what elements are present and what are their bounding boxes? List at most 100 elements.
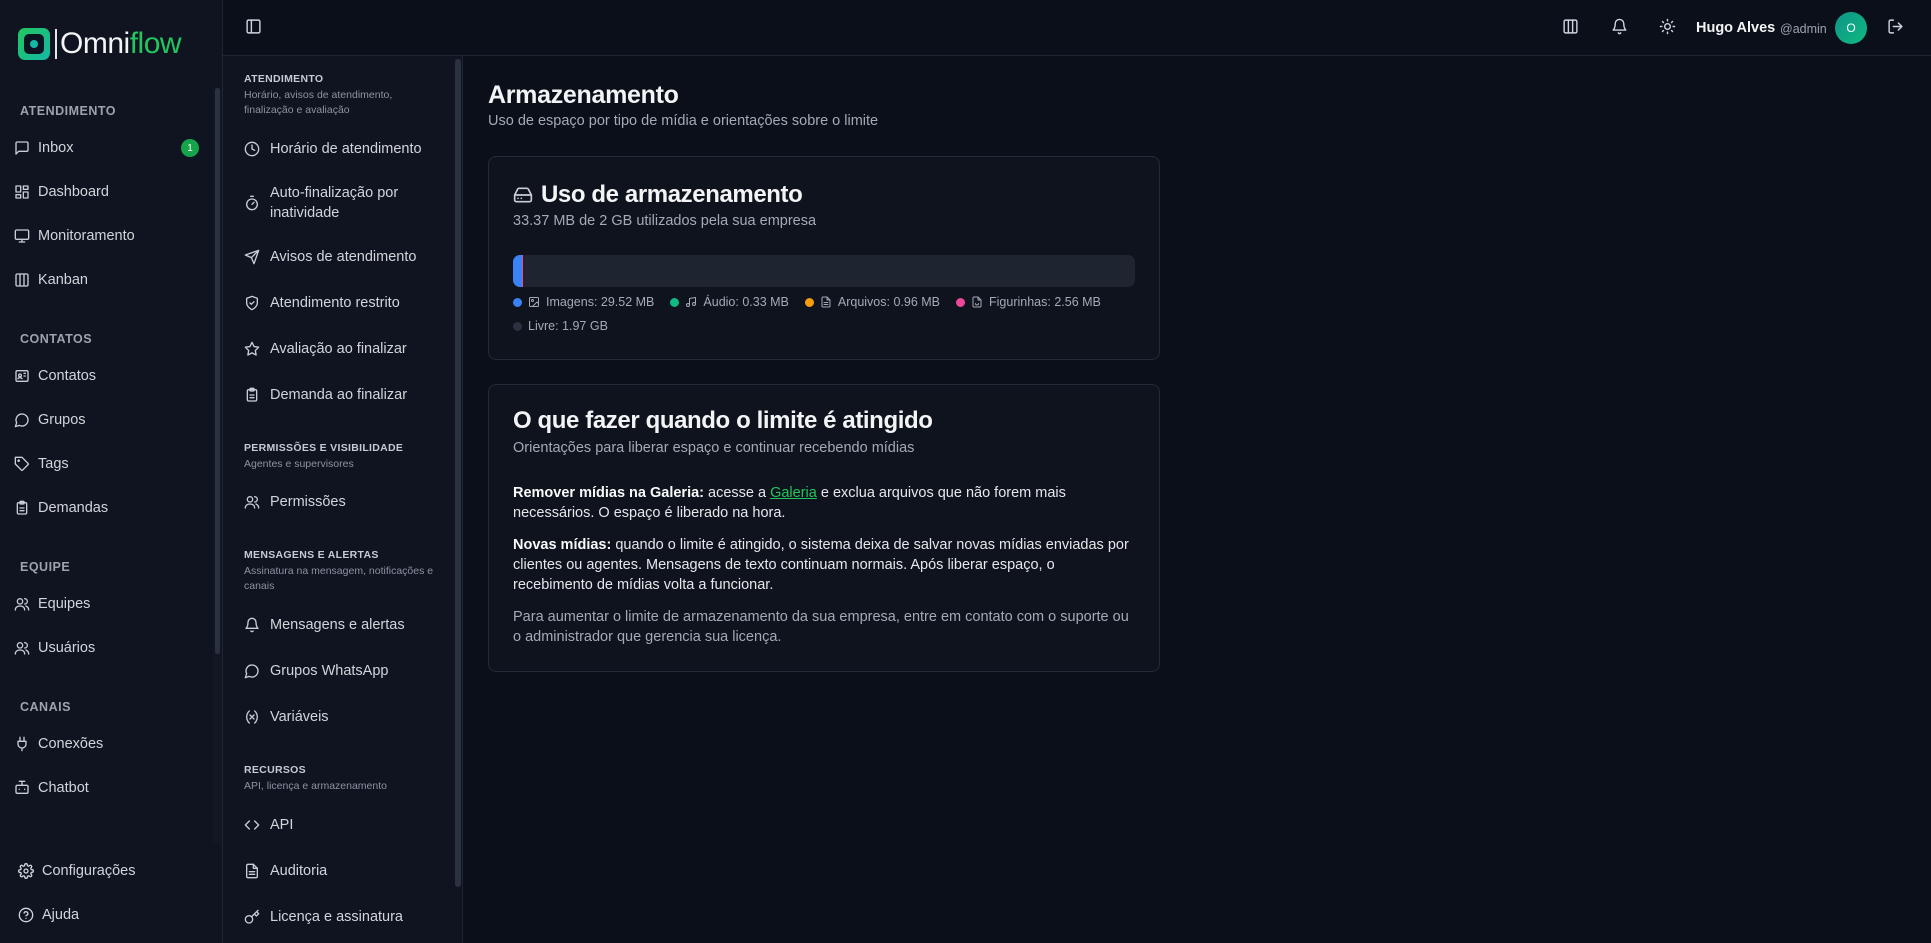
subnav-item-avisos[interactable]: Avisos de atendimento (244, 247, 444, 267)
legend-label: Áudio: 0.33 MB (703, 295, 789, 309)
chat-bubble-icon (14, 412, 30, 428)
sidebar-toggle-icon (245, 18, 262, 35)
help-icon (18, 907, 34, 923)
subnav-item-permissoes[interactable]: Permissões (244, 492, 444, 512)
notifications-button[interactable] (1611, 18, 1628, 35)
inbox-icon (14, 140, 30, 156)
legend-dot (804, 297, 814, 307)
users-icon (14, 640, 30, 656)
dashboard-icon (14, 184, 30, 200)
sidebar-item-configuracoes[interactable]: Configurações (18, 856, 208, 886)
sidebar-item-chatbot[interactable]: Chatbot (14, 773, 199, 803)
sidebar-item-conexoes[interactable]: Conexões (14, 729, 199, 759)
gallery-link[interactable]: Galeria (770, 485, 817, 501)
subnav-item-auditoria[interactable]: Auditoria (244, 861, 444, 881)
sidebar-item-demandas[interactable]: Demandas (14, 493, 199, 523)
chat-bubble-icon (244, 663, 260, 679)
subnav-item-label: Grupos WhatsApp (270, 663, 389, 679)
timer-icon (244, 195, 260, 211)
bell-icon (1611, 18, 1628, 35)
subnav-item-label: Permissões (270, 494, 346, 510)
subnav-item-label: Avaliação ao finalizar (270, 341, 407, 357)
top-bar: Hugo Alves @admin O (223, 0, 1931, 56)
sidebar-item-label: Ajuda (42, 907, 80, 923)
image-icon (528, 296, 540, 308)
user-name[interactable]: Hugo Alves (1696, 20, 1775, 36)
subnav-item-atendimento-restrito[interactable]: Atendimento restrito (244, 293, 444, 313)
subnav-item-demanda[interactable]: Demanda ao finalizar (244, 385, 444, 405)
usage-segment-stickers (522, 255, 524, 287)
sidebar-item-label: Configurações (42, 863, 136, 879)
guidance-increase-limit: Para aumentar o limite de armazenamento … (513, 609, 1129, 645)
legend-dot (956, 297, 966, 307)
brand-name: Omniflow (60, 27, 182, 60)
card-title: O que fazer quando o limite é atingido (513, 407, 933, 434)
subnav-item-variaveis[interactable]: Variáveis (244, 707, 444, 727)
subnav-item-grupos-whatsapp[interactable]: Grupos WhatsApp (244, 661, 444, 681)
sidebar-section-atendimento: ATENDIMENTO (20, 104, 117, 118)
subnav-group-description: API, licença e armazenamento (244, 780, 387, 792)
legend-item-images: Imagens: 29.52 MB (513, 295, 654, 309)
inbox-count-badge: 1 (181, 139, 199, 157)
key-icon (244, 909, 260, 925)
legend-item-stickers: Figurinhas: 2.56 MB (956, 295, 1101, 309)
sidebar-item-label: Grupos (38, 412, 86, 428)
subnav-item-licenca[interactable]: Licença e assinatura (244, 907, 444, 927)
subnav-item-auto-finalizacao[interactable]: Auto-finalização por inatividade (244, 183, 429, 223)
sidebar-item-label: Demandas (38, 500, 109, 516)
legend-label: Imagens: 29.52 MB (546, 295, 655, 309)
guidance-new-media: Novas mídias: quando o limite é atingido… (513, 537, 1129, 593)
subnav-item-api[interactable]: API (244, 815, 444, 835)
sidebar-item-inbox[interactable]: Inbox 1 (14, 133, 199, 163)
subnav-scrollbar[interactable] (455, 59, 461, 887)
sidebar-section-equipe: EQUIPE (20, 560, 71, 574)
variable-icon (244, 709, 260, 725)
storage-legend-free: Livre: 1.97 GB (513, 319, 624, 333)
logout-icon (1887, 18, 1904, 35)
legend-label: Arquivos: 0.96 MB (837, 295, 941, 309)
legend-label: Livre: 1.97 GB (528, 319, 608, 333)
toggle-sidebar-button[interactable] (245, 18, 262, 35)
brand-logo[interactable]: Omniflow (18, 27, 182, 61)
subnav-item-avaliacao[interactable]: Avaliação ao finalizar (244, 339, 444, 359)
sidebar-item-monitoramento[interactable]: Monitoramento (14, 221, 199, 251)
sidebar-item-dashboard[interactable]: Dashboard (14, 177, 199, 207)
theme-toggle-button[interactable] (1659, 18, 1676, 35)
layout-toggle-button[interactable] (1562, 18, 1579, 35)
sidebar-section-canais: CANAIS (20, 700, 71, 714)
avatar[interactable]: O (1835, 12, 1867, 44)
subnav-group-title: PERMISSÕES E VISIBILIDADE (244, 442, 404, 454)
sidebar-item-tags[interactable]: Tags (14, 449, 199, 479)
sidebar-item-grupos[interactable]: Grupos (14, 405, 199, 435)
sticker-icon (971, 296, 983, 308)
subnav-group-title: RECURSOS (244, 764, 306, 776)
tag-icon (14, 456, 30, 472)
sidebar-item-label: Dashboard (38, 184, 109, 200)
subnav-item-label: Avisos de atendimento (270, 249, 417, 265)
sidebar-item-kanban[interactable]: Kanban (14, 265, 199, 295)
sidebar-item-contatos[interactable]: Contatos (14, 361, 199, 391)
sidebar-scrollbar[interactable] (215, 88, 220, 654)
logout-button[interactable] (1887, 18, 1904, 35)
sidebar-item-ajuda[interactable]: Ajuda (18, 900, 208, 930)
storage-progress-bar (513, 255, 1135, 287)
sidebar-item-label: Tags (38, 456, 69, 472)
main-sidebar: Omniflow ATENDIMENTO Inbox 1 Dashboard M… (0, 0, 223, 943)
sidebar-item-equipes[interactable]: Equipes (14, 589, 199, 619)
subnav-item-horario[interactable]: Horário de atendimento (244, 139, 444, 159)
subnav-item-label: Horário de atendimento (270, 141, 422, 157)
page-title: Armazenamento (488, 81, 679, 109)
music-icon (685, 296, 697, 308)
sidebar-item-label: Equipes (38, 596, 91, 612)
gear-icon (18, 863, 34, 879)
sidebar-item-usuarios[interactable]: Usuários (14, 633, 199, 663)
subnav-item-mensagens[interactable]: Mensagens e alertas (244, 615, 444, 635)
card-title-text: Uso de armazenamento (541, 181, 803, 208)
sidebar-section-contatos: CONTATOS (20, 332, 93, 346)
bot-icon (14, 780, 30, 796)
subnav-group-description: Assinatura na mensagem, notificações e c… (244, 565, 434, 592)
file-icon (244, 863, 260, 879)
users-icon (244, 494, 260, 510)
page-subtitle: Uso de espaço por tipo de mídia e orient… (488, 113, 879, 129)
plug-icon (14, 736, 30, 752)
